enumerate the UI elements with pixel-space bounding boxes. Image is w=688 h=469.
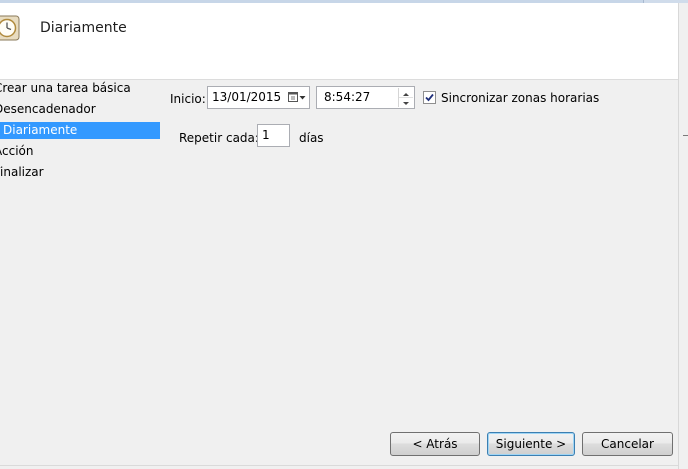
calendar-dropdown-button[interactable] bbox=[287, 89, 307, 105]
sync-timezones-checkbox[interactable] bbox=[423, 91, 436, 104]
nav-item-create-basic-task[interactable]: Crear una tarea básica bbox=[0, 80, 160, 97]
nav-item-finish[interactable]: Finalizar bbox=[0, 164, 160, 181]
calendar-icon bbox=[288, 92, 306, 102]
nav-item-label: Acción bbox=[0, 144, 34, 158]
sync-timezones-label[interactable]: Sincronizar zonas horarias bbox=[441, 91, 599, 105]
cancel-button[interactable]: Cancelar bbox=[582, 432, 673, 456]
nav-item-label: Finalizar bbox=[0, 165, 44, 179]
nav-item-daily[interactable]: Diariamente bbox=[0, 122, 160, 139]
start-time-value: 8:54:27 bbox=[324, 90, 371, 104]
start-date-picker[interactable]: 13/01/2015 bbox=[207, 86, 310, 109]
spin-down-button[interactable] bbox=[399, 97, 413, 106]
back-button[interactable]: < Atrás bbox=[390, 432, 480, 456]
repeat-every-value: 1 bbox=[262, 128, 270, 142]
nav-item-label: Diariamente bbox=[3, 123, 78, 137]
time-spinner[interactable] bbox=[398, 88, 413, 107]
edge-tick bbox=[683, 135, 688, 136]
nav-item-action[interactable]: Acción bbox=[0, 143, 160, 160]
repeat-every-label: Repetir cada: bbox=[179, 131, 259, 145]
nav-item-label: Crear una tarea básica bbox=[0, 81, 131, 95]
window-right-edge bbox=[678, 3, 688, 469]
repeat-every-input[interactable]: 1 bbox=[257, 124, 290, 147]
wizard-header: Diariamente bbox=[0, 3, 678, 80]
clock-icon bbox=[0, 15, 20, 41]
bottom-divider bbox=[0, 465, 678, 466]
chevron-down-icon bbox=[403, 102, 409, 105]
page-title: Diariamente bbox=[40, 20, 127, 36]
nav-item-label: Desencadenador bbox=[0, 102, 96, 116]
start-date-value: 13/01/2015 bbox=[212, 90, 282, 104]
start-time-field[interactable]: 8:54:27 bbox=[316, 86, 415, 109]
repeat-unit-label: días bbox=[299, 131, 324, 145]
checkmark-icon bbox=[425, 93, 434, 102]
next-button[interactable]: Siguiente > bbox=[487, 432, 575, 456]
start-label: Inicio: bbox=[170, 92, 206, 106]
nav-item-trigger[interactable]: Desencadenador bbox=[0, 101, 160, 118]
